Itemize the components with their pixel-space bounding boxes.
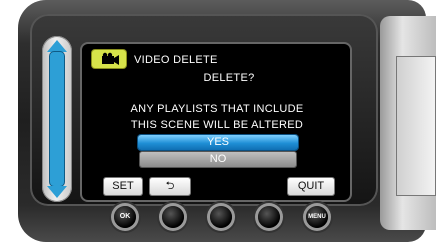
scroll-down-arrow-icon[interactable] [47,186,67,198]
hardware-button-4[interactable] [258,206,280,228]
back-arrow-icon: ⮌ [165,180,175,192]
screen-question: DELETE? [203,72,255,84]
video-mode-icon [92,50,126,68]
hinge-panel [396,56,436,196]
menu-hardware-button[interactable]: MENU [306,206,328,228]
yes-button[interactable]: YES [138,135,298,150]
message-line-2: THIS SCENE WILL BE ALTERED [130,119,304,131]
ok-hardware-button[interactable]: OK [114,206,136,228]
ok-label: OK [119,213,131,220]
quit-button[interactable]: QUIT [288,178,334,195]
no-button[interactable]: NO [140,152,296,167]
menu-label: MENU [308,214,326,220]
scroll-slider-bar[interactable] [50,52,64,186]
hardware-button-2[interactable] [162,206,184,228]
scroll-up-arrow-icon[interactable] [47,40,67,52]
hardware-button-3[interactable] [210,206,232,228]
set-button[interactable]: SET [104,178,142,195]
message-line-1: ANY PLAYLISTS THAT INCLUDE [130,103,304,115]
screen-title: VIDEO DELETE [134,54,218,66]
back-button[interactable]: ⮌ [150,178,190,195]
